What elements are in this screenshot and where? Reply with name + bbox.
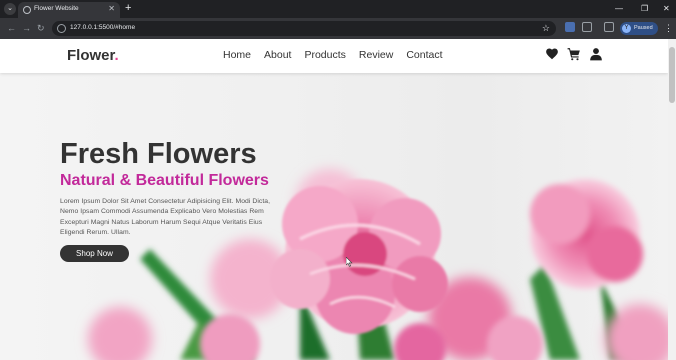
user-icon[interactable] <box>589 47 603 61</box>
browser-tab[interactable]: Flower Website ✕ <box>18 2 120 18</box>
hero-title: Fresh Flowers <box>60 138 257 170</box>
tab-favicon-icon <box>23 6 31 14</box>
new-tab-icon[interactable]: + <box>125 2 131 15</box>
logo-dot: . <box>114 47 119 64</box>
profile-button[interactable]: Y Paused <box>620 22 658 35</box>
nav-home[interactable]: Home <box>223 49 251 61</box>
bookmark-star-icon[interactable]: ☆ <box>542 22 550 34</box>
heart-icon[interactable] <box>545 47 559 61</box>
minimize-icon[interactable]: — <box>615 3 623 14</box>
scrollbar-thumb[interactable] <box>669 47 675 103</box>
shop-now-button[interactable]: Shop Now <box>60 245 129 262</box>
hero-description: Lorem Ipsum Dolor Sit Amet Consectetur A… <box>60 198 271 236</box>
hero-subtitle: Natural & Beautiful Flowers <box>60 172 269 189</box>
reload-icon[interactable]: ↻ <box>37 22 45 34</box>
nav-contact[interactable]: Contact <box>406 49 442 61</box>
profile-status: Paused <box>634 25 653 31</box>
forward-icon[interactable]: → <box>22 22 31 34</box>
cart-icon[interactable] <box>567 47 581 61</box>
site-info-icon[interactable] <box>57 24 66 33</box>
browser-tab-bar: ⌄ Flower Website ✕ + — ❐ ✕ <box>0 0 676 18</box>
tab-title: Flower Website <box>34 5 79 12</box>
address-bar[interactable]: 127.0.0.1:5500/#home ☆ <box>52 21 556 36</box>
page-viewport: Flower. Home About Products Review Conta… <box>0 39 676 360</box>
nav-review[interactable]: Review <box>359 49 393 61</box>
site-logo[interactable]: Flower. <box>67 47 119 64</box>
main-nav: Home About Products Review Contact <box>223 49 443 61</box>
restore-icon[interactable]: ❐ <box>641 3 648 14</box>
nav-about[interactable]: About <box>264 49 291 61</box>
back-icon[interactable]: ← <box>7 22 16 34</box>
profile-avatar: Y <box>622 24 631 33</box>
mouse-cursor-icon <box>346 257 353 267</box>
logo-text: Flower <box>67 47 115 64</box>
side-panel-icon[interactable] <box>604 22 614 32</box>
tab-close-icon[interactable]: ✕ <box>108 4 115 14</box>
url-text[interactable]: 127.0.0.1:5500/#home <box>70 24 135 31</box>
extensions-icon[interactable] <box>582 22 592 32</box>
close-window-icon[interactable]: ✕ <box>663 3 670 14</box>
nav-products[interactable]: Products <box>304 49 345 61</box>
tab-search-icon[interactable]: ⌄ <box>4 3 16 15</box>
translate-extension-icon[interactable] <box>565 22 575 32</box>
site-header: Flower. Home About Products Review Conta… <box>0 39 668 73</box>
browser-toolbar: ← → ↻ 127.0.0.1:5500/#home ☆ Y Paused ⋮ <box>0 18 676 39</box>
page-scrollbar[interactable] <box>668 39 676 360</box>
browser-menu-icon[interactable]: ⋮ <box>664 22 673 34</box>
